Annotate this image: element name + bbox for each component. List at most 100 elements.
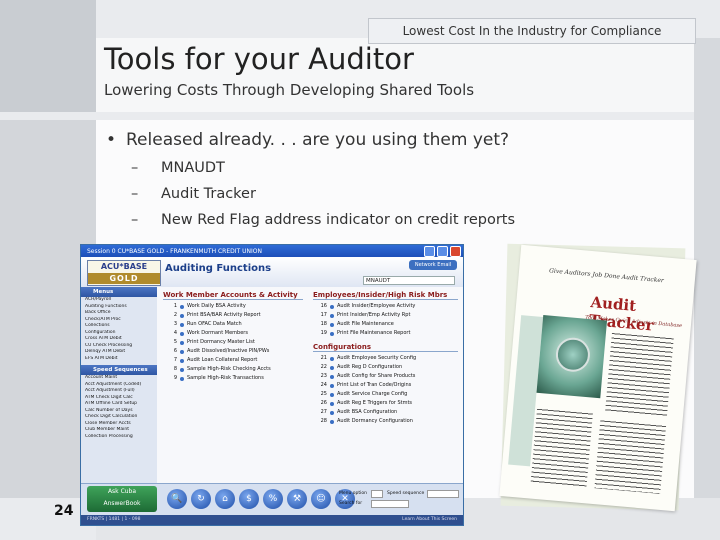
bullet-icon bbox=[180, 313, 184, 318]
minimize-icon[interactable] bbox=[424, 246, 435, 257]
magnifier-icon[interactable]: 🔍 bbox=[167, 489, 187, 509]
speed-sequence-label: Speed sequence bbox=[387, 491, 425, 496]
slide-number: 24 bbox=[54, 503, 74, 519]
menu-item-label: Audit Dormancy Configuration bbox=[337, 418, 413, 424]
speed-sequence-input[interactable] bbox=[427, 490, 459, 498]
network-email-button[interactable]: Network Email bbox=[409, 260, 457, 270]
employee-list: 16 Audit Insider/Employee Activity 17 Print… bbox=[313, 302, 458, 338]
bullet-icon bbox=[330, 313, 334, 318]
search-for-label: Search for bbox=[339, 501, 363, 506]
menu-item-number: 16 bbox=[320, 303, 327, 309]
sub-bullet-marker: – bbox=[131, 160, 139, 176]
answerbook-top-label: Ask Cuba bbox=[107, 488, 137, 495]
answerbook-button[interactable]: Ask Cuba AnswerBook bbox=[87, 486, 157, 512]
percent-icon[interactable]: % bbox=[263, 489, 283, 509]
work-header: Work Member Accounts & Activity bbox=[163, 291, 303, 300]
sidebar-item[interactable]: Collection Processing bbox=[81, 434, 157, 441]
tools-icon[interactable]: ⚒ bbox=[287, 489, 307, 509]
slide-banner: Lowest Cost In the Industry for Complian… bbox=[368, 18, 696, 44]
menu-item[interactable]: 24 Print List of Tran Code/Origins bbox=[313, 381, 458, 390]
sub-bullet: – New Red Flag address indicator on credi… bbox=[131, 212, 515, 228]
app-window: Session 0 CU*BASE GOLD - FRANKENMUTH CRE… bbox=[80, 244, 464, 526]
bullet-icon bbox=[180, 367, 184, 372]
sub-bullet-text: New Red Flag address indicator on credit… bbox=[161, 212, 516, 228]
sub-bullet: – Audit Tracker bbox=[131, 186, 256, 202]
menu-item[interactable]: 28 Audit Dormancy Configuration bbox=[313, 417, 458, 426]
slide-title: Tools for your Auditor bbox=[104, 42, 414, 76]
menu-item-label: Audit Loan Collateral Report bbox=[187, 357, 258, 363]
menu-item-number: 19 bbox=[320, 330, 327, 336]
menus-list: ACH/Payroll Auditing Functions Back Office… bbox=[81, 297, 157, 362]
bullet-icon bbox=[180, 322, 184, 327]
menu-item-label: Audit Service Charge Config bbox=[337, 391, 408, 397]
menu-item[interactable]: 22 Audit Reg D Configuration bbox=[313, 363, 458, 372]
menu-item-number: 18 bbox=[320, 321, 327, 327]
menu-item[interactable]: 16 Audit Insider/Employee Activity bbox=[313, 302, 458, 311]
menu-item[interactable]: 7 Audit Loan Collateral Report bbox=[163, 356, 303, 365]
close-icon[interactable] bbox=[450, 246, 461, 257]
bullet-icon bbox=[180, 376, 184, 381]
menu-item[interactable]: 6 Audit Dissolved/Inactive PIN/PWs bbox=[163, 347, 303, 356]
menu-item[interactable]: 17 Print Insider/Emp Activity Rpt bbox=[313, 311, 458, 320]
menu-item[interactable]: 1 Work Daily BSA Activity bbox=[163, 302, 303, 311]
menu-item[interactable]: 8 Sample High-Risk Checking Accts bbox=[163, 365, 303, 374]
bullet-marker: • bbox=[106, 130, 117, 150]
money-icon[interactable]: $ bbox=[239, 489, 259, 509]
config-list: 21 Audit Employee Security Config 22 Audit … bbox=[313, 354, 458, 426]
person-icon[interactable]: ☺ bbox=[311, 489, 331, 509]
menu-item[interactable]: 19 Print File Maintenance Report bbox=[313, 329, 458, 338]
speed-list: Account Maint Acct Adjustment (Coded) Acct… bbox=[81, 375, 157, 440]
menu-item[interactable]: 23 Audit Config for Share Products bbox=[313, 372, 458, 381]
learn-about-link[interactable]: Learn About This Screen bbox=[402, 515, 457, 525]
menu-item[interactable]: 21 Audit Employee Security Config bbox=[313, 354, 458, 363]
menu-item-number: 8 bbox=[173, 366, 177, 372]
menu-item[interactable]: 18 Audit File Maintenance bbox=[313, 320, 458, 329]
menu-item[interactable]: 4 Work Dormant Members bbox=[163, 329, 303, 338]
menu-item-number: 4 bbox=[173, 330, 177, 336]
bottom-toolbar: Ask Cuba AnswerBook 🔍 ↻ ⌂ $% ⚒ ☺ ✕ Menu option… bbox=[81, 483, 463, 516]
config-header: Configurations bbox=[313, 343, 458, 352]
menu-item-label: Audit Config for Share Products bbox=[337, 373, 416, 379]
brochure-text-block bbox=[594, 418, 667, 494]
menu-item[interactable]: 27 Audit BSA Configuration bbox=[313, 408, 458, 417]
bullet-icon bbox=[180, 349, 184, 354]
menu-item-number: 23 bbox=[320, 373, 327, 379]
menu-item[interactable]: 2 Print BSA/BAR Activity Report bbox=[163, 311, 303, 320]
bullet-icon bbox=[180, 358, 184, 363]
logo-gold-text: GOLD bbox=[88, 273, 160, 284]
menu-item[interactable]: 25 Audit Service Charge Config bbox=[313, 390, 458, 399]
status-bar: FRNKTS | 1481 | 1 - 098 Learn About This… bbox=[81, 515, 463, 525]
sidebar-item[interactable]: EFS ATM Debit bbox=[81, 356, 157, 363]
menus-header[interactable]: Menus bbox=[81, 287, 157, 297]
menu-code-field[interactable]: MNAUDT bbox=[363, 276, 455, 285]
work-column: Work Member Accounts & Activity 1 Work Da… bbox=[163, 291, 303, 383]
menu-item[interactable]: 26 Audit Reg E Triggers for Stmts bbox=[313, 399, 458, 408]
bullet-icon bbox=[330, 410, 334, 415]
menu-item[interactable]: 9 Sample High-Risk Transactions bbox=[163, 374, 303, 383]
sidebar: Menus ACH/Payroll Auditing Functions Back … bbox=[81, 287, 158, 483]
bullet-icon bbox=[180, 331, 184, 336]
speed-header[interactable]: Speed Sequences bbox=[81, 365, 157, 375]
refresh-icon[interactable]: ↻ bbox=[191, 489, 211, 509]
main-bullet: • Released already. . . are you using the… bbox=[106, 130, 509, 150]
sub-bullet-text: Audit Tracker bbox=[161, 186, 256, 202]
menu-item-label: Audit Employee Security Config bbox=[337, 355, 417, 361]
status-left: FRNKTS | 1481 | 1 - 098 bbox=[87, 517, 141, 522]
bullet-icon bbox=[330, 304, 334, 309]
toolbar-icons: 🔍 ↻ ⌂ $% ⚒ ☺ ✕ bbox=[167, 489, 355, 509]
menu-option-input[interactable] bbox=[371, 490, 383, 498]
search-input[interactable] bbox=[371, 500, 409, 508]
menu-item-label: Sample High-Risk Checking Accts bbox=[187, 366, 271, 372]
maximize-icon[interactable] bbox=[437, 246, 448, 257]
menu-content: Work Member Accounts & Activity 1 Work Da… bbox=[157, 287, 463, 483]
logo-text: ACU*BASE bbox=[100, 262, 148, 271]
sub-bullet: – MNAUDT bbox=[131, 160, 225, 176]
menu-item-number: 9 bbox=[173, 375, 177, 381]
menu-item-label: Print BSA/BAR Activity Report bbox=[187, 312, 261, 318]
home-icon[interactable]: ⌂ bbox=[215, 489, 235, 509]
bullet-icon bbox=[330, 419, 334, 424]
menu-item[interactable]: 3 Run OFAC Data Match bbox=[163, 320, 303, 329]
employee-header: Employees/Insider/High Risk Mbrs bbox=[313, 291, 458, 300]
menu-item[interactable]: 5 Print Dormancy Master List bbox=[163, 338, 303, 347]
sub-bullet-text: MNAUDT bbox=[161, 160, 225, 176]
